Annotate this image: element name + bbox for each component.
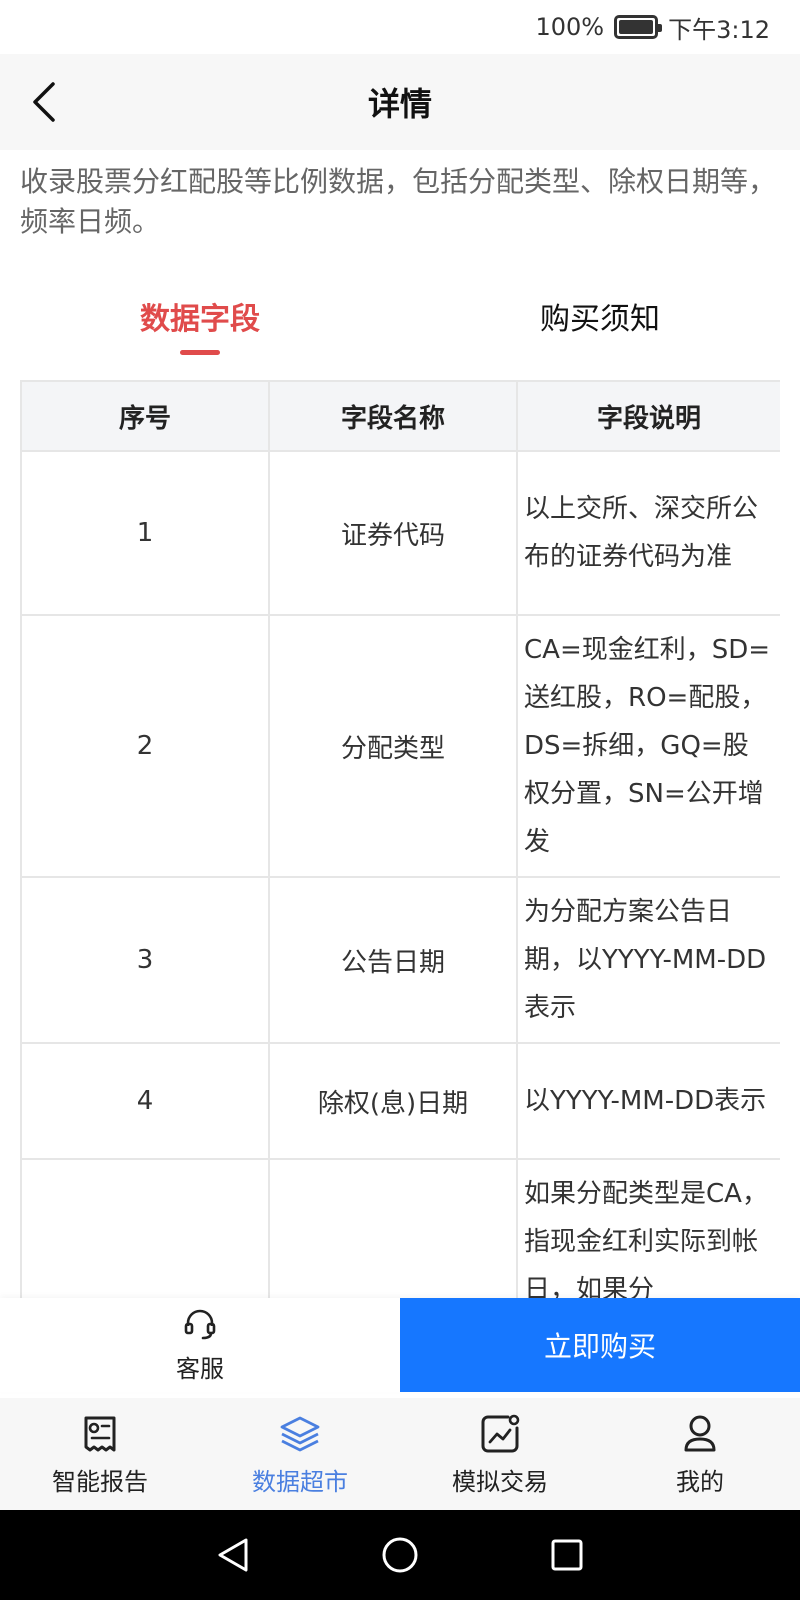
row-index: 4 bbox=[20, 1042, 270, 1160]
table-row: 4 除权(息)日期 以YYYY-MM-DD表示 bbox=[20, 1042, 780, 1160]
action-bar: 客服 立即购买 bbox=[0, 1298, 800, 1392]
nav-item-mine[interactable]: 我的 bbox=[600, 1398, 800, 1510]
tab-active-indicator bbox=[180, 350, 220, 355]
nav-item-sim-trade[interactable]: 模拟交易 bbox=[400, 1398, 600, 1510]
row-field-name: 公告日期 bbox=[268, 876, 518, 1044]
row-field-name: 分配类型 bbox=[268, 614, 518, 878]
customer-service-button[interactable]: 客服 bbox=[0, 1298, 400, 1392]
row-field-desc: 以上交所、深交所公布的证券代码为准 bbox=[516, 450, 780, 616]
report-icon bbox=[84, 1416, 116, 1451]
row-field-desc: 为分配方案公告日期，以YYYY-MM-DD表示 bbox=[516, 876, 780, 1044]
back-button[interactable] bbox=[22, 76, 66, 128]
header-index: 序号 bbox=[20, 380, 270, 452]
customer-service-label: 客服 bbox=[176, 1354, 224, 1383]
row-field-name: 证券代码 bbox=[268, 450, 518, 616]
row-field-desc: 以YYYY-MM-DD表示 bbox=[516, 1042, 780, 1160]
triangle-back-icon bbox=[218, 1538, 248, 1572]
battery-percent: 100% bbox=[535, 13, 605, 41]
row-field-desc: 如果分配类型是CA，指现金红利实际到帐日，如果分 bbox=[516, 1158, 780, 1298]
system-back-button[interactable] bbox=[203, 1525, 263, 1585]
buy-now-button[interactable]: 立即购买 bbox=[400, 1298, 800, 1392]
fields-table: 序号 字段名称 字段说明 1 证券代码 以上交所、深交所公布的证券代码为准 2 … bbox=[20, 380, 780, 1298]
dataset-description: 收录股票分红配股等比例数据，包括分配类型、除权日期等，频率日频。 bbox=[20, 165, 777, 238]
bottom-nav: 智能报告 数据超市 模拟交易 我的 bbox=[0, 1398, 800, 1510]
table-row: 2 分配类型 CA=现金红利，SD=送红股，RO=配股，DS=拆细，GQ=股权分… bbox=[20, 614, 780, 878]
tab-purchase-notice[interactable]: 购买须知 bbox=[500, 290, 700, 350]
nav-label-data-market: 数据超市 bbox=[252, 1467, 348, 1496]
chevron-left-icon bbox=[33, 82, 55, 122]
nav-item-data-market[interactable]: 数据超市 bbox=[200, 1398, 400, 1510]
layers-icon bbox=[280, 1416, 320, 1451]
battery-icon bbox=[614, 15, 663, 39]
nav-label-sim-trade: 模拟交易 bbox=[452, 1467, 548, 1496]
system-home-button[interactable] bbox=[370, 1525, 430, 1585]
header-field-desc: 字段说明 bbox=[516, 380, 780, 452]
system-nav-bar bbox=[0, 1510, 800, 1600]
status-bar: 100% 下午3:12 bbox=[0, 0, 800, 54]
nav-item-report[interactable]: 智能报告 bbox=[0, 1398, 200, 1510]
row-field-desc: CA=现金红利，SD=送红股，RO=配股，DS=拆细，GQ=股权分置，SN=公开… bbox=[516, 614, 780, 878]
page-header: 详情 bbox=[0, 54, 800, 150]
table-header-row: 序号 字段名称 字段说明 bbox=[20, 380, 780, 452]
tab-bar: 数据字段 购买须知 bbox=[0, 290, 800, 360]
header-field-name: 字段名称 bbox=[268, 380, 518, 452]
tab-data-fields[interactable]: 数据字段 bbox=[100, 290, 300, 350]
row-field-name: 除权(息)日期 bbox=[268, 1042, 518, 1160]
row-field-name bbox=[268, 1158, 518, 1298]
square-recents-icon bbox=[551, 1539, 583, 1571]
table-row: 3 公告日期 为分配方案公告日期，以YYYY-MM-DD表示 bbox=[20, 876, 780, 1044]
system-recents-button[interactable] bbox=[537, 1525, 597, 1585]
circle-home-icon bbox=[382, 1537, 418, 1573]
user-icon bbox=[684, 1415, 716, 1451]
nav-label-mine: 我的 bbox=[676, 1467, 724, 1496]
row-index: 1 bbox=[20, 450, 270, 616]
page-title: 详情 bbox=[367, 85, 432, 123]
chart-trade-icon bbox=[481, 1414, 520, 1452]
row-index: 2 bbox=[20, 614, 270, 878]
row-index bbox=[20, 1158, 270, 1298]
row-index: 3 bbox=[20, 876, 270, 1044]
status-time: 下午3:12 bbox=[668, 15, 770, 44]
nav-label-report: 智能报告 bbox=[52, 1467, 148, 1496]
headset-icon bbox=[184, 1309, 216, 1339]
table-row: 如果分配类型是CA，指现金红利实际到帐日，如果分 bbox=[20, 1158, 780, 1298]
table-row: 1 证券代码 以上交所、深交所公布的证券代码为准 bbox=[20, 450, 780, 616]
